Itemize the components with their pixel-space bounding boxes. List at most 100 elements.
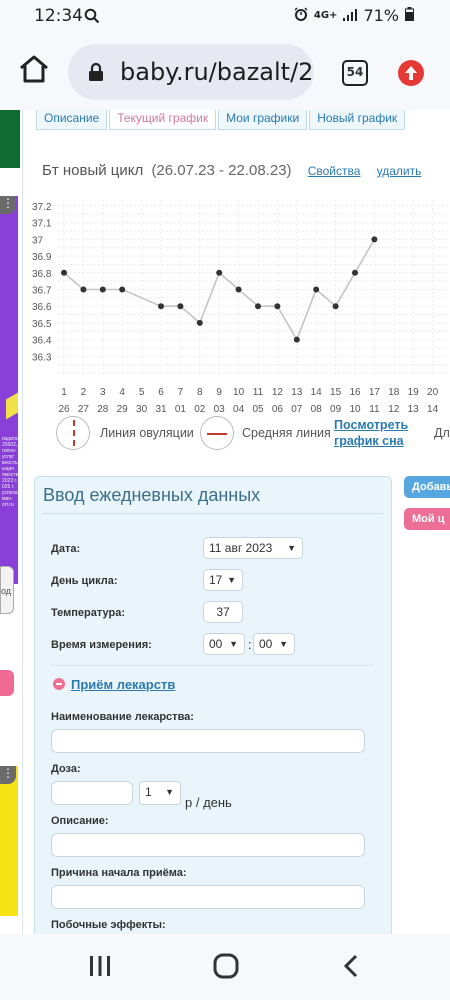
collapse-icon: [53, 678, 65, 690]
form-divider: [51, 665, 373, 666]
cycle-header: Бт новый цикл (26.07.23 - 22.08.23) Свой…: [42, 162, 421, 179]
ad-banner-green[interactable]: [0, 110, 20, 168]
properties-link[interactable]: Свойства: [308, 164, 361, 178]
reason-label: Причина начала приёма:: [51, 867, 187, 879]
browser-toolbar: baby.ru/bazalt/26 54: [0, 34, 450, 110]
chart-x-date-label: 13: [408, 404, 420, 412]
back-icon[interactable]: [340, 954, 364, 983]
ovulation-line-label: Линия овуляции: [100, 426, 194, 440]
chart-data-point: [216, 269, 223, 276]
chart-x-tick-label: 3: [100, 387, 106, 398]
date-value: 11 авг 2023: [209, 541, 273, 555]
status-bar: 12:34 4G+ 71%: [0, 0, 450, 34]
chevron-down-icon: ▼: [229, 639, 238, 649]
hour-select[interactable]: 00 ▼: [203, 633, 245, 655]
tab-description[interactable]: Описание: [36, 110, 108, 130]
ad-banner-purple[interactable]: ⋮ издатель 25602, гипно- услуг вность ыц…: [0, 196, 18, 584]
chart-data-point: [119, 286, 126, 293]
chart-x-date-label: 06: [272, 404, 284, 412]
description-input[interactable]: [51, 833, 365, 857]
chart-y-tick-label: 37.1: [32, 219, 52, 230]
temperature-input[interactable]: 37: [203, 601, 243, 623]
tab-current-chart[interactable]: Текущий график: [109, 110, 217, 130]
chart-x-date-label: 09: [330, 404, 342, 412]
sleep-chart-link[interactable]: Посмотреть график сна: [334, 417, 424, 449]
cycle-date-range: (26.07.23 - 22.08.23): [151, 162, 292, 179]
dose-count-value: 1: [145, 785, 152, 799]
chart-data-point: [274, 303, 281, 310]
date-select[interactable]: 11 авг 2023 ▼: [203, 537, 303, 559]
chart-x-tick-label: 8: [197, 387, 203, 398]
chart-x-tick-label: 18: [388, 387, 400, 398]
url-text: baby.ru/bazalt/26: [120, 58, 314, 86]
status-time: 12:34: [34, 6, 83, 26]
chart-data-point: [313, 286, 320, 293]
dose-input[interactable]: [51, 781, 133, 805]
medication-toggle[interactable]: Приём лекарств: [53, 677, 175, 692]
address-bar[interactable]: baby.ru/bazalt/26: [68, 44, 314, 100]
ad-shape: [6, 392, 18, 420]
chevron-down-icon: ▼: [279, 639, 288, 649]
ovulation-line-icon[interactable]: [56, 416, 90, 450]
signal-icon: [343, 6, 358, 25]
battery-percent: 71%: [363, 6, 399, 25]
chart-data-point: [80, 286, 87, 293]
home-icon[interactable]: [18, 54, 50, 89]
chart-y-tick-label: 36.4: [32, 336, 52, 347]
add-button[interactable]: Добавь: [404, 476, 450, 498]
ad-pink-button[interactable]: [0, 670, 14, 696]
chart-x-date-label: 03: [214, 404, 226, 412]
chart-y-tick-label: 36.8: [32, 269, 52, 280]
delete-link[interactable]: удалить: [377, 164, 422, 178]
ad-menu-icon[interactable]: ⋮: [0, 766, 16, 784]
med-name-label: Наименование лекарства:: [51, 711, 194, 723]
ad-banner-yellow[interactable]: ⋮: [0, 766, 18, 916]
tab-new-chart[interactable]: Новый график: [309, 110, 406, 130]
minute-select[interactable]: 00 ▼: [253, 633, 295, 655]
chart-y-tick-label: 36.7: [32, 286, 52, 297]
middle-line-label: Средняя линия: [242, 426, 331, 440]
cycle-day-select[interactable]: 17 ▼: [203, 569, 243, 591]
chart-x-tick-label: 13: [291, 387, 303, 398]
chart-y-tick-label: 37.2: [32, 202, 52, 213]
tab-switcher-button[interactable]: 54: [342, 60, 368, 86]
panel-divider: [43, 513, 383, 514]
lock-icon: [88, 62, 104, 87]
chart-y-tick-label: 36.9: [32, 252, 52, 263]
chart-x-tick-label: 11: [253, 387, 264, 398]
med-name-input[interactable]: [51, 729, 365, 753]
chevron-down-icon: ▼: [227, 575, 236, 585]
chart-data-point: [196, 319, 203, 326]
chart-data-point: [293, 336, 300, 343]
my-cycle-button[interactable]: Мой ц: [404, 508, 450, 530]
chart-x-tick-label: 17: [369, 387, 381, 398]
dose-label: Доза:: [51, 763, 81, 775]
tab-my-charts[interactable]: Мои графики: [218, 110, 308, 130]
ad-menu-icon[interactable]: ⋮: [0, 196, 16, 214]
home-nav-icon[interactable]: [212, 952, 240, 985]
side-effects-label: Побочные эффекты:: [51, 919, 166, 931]
chart-x-date-label: 05: [252, 404, 264, 412]
web-page: ⋮ издатель 25602, гипно- услуг вность ыц…: [0, 110, 450, 934]
chart-data-point: [332, 303, 339, 310]
bbt-chart: 37.237.13736.936.836.736.636.536.436.312…: [32, 200, 450, 412]
update-icon[interactable]: [398, 60, 424, 86]
chart-x-tick-label: 14: [311, 387, 323, 398]
chart-data-point: [255, 303, 261, 310]
daily-data-panel: Ввод ежедневных данных Дата: 11 авг 2023…: [34, 476, 392, 934]
chart-x-tick-label: 4: [119, 387, 125, 398]
search-icon: [84, 8, 100, 28]
chart-x-date-label: 31: [155, 404, 167, 412]
ad-button[interactable]: од: [0, 566, 14, 614]
measure-time-label: Время измерения:: [51, 639, 152, 651]
chart-x-tick-label: 16: [349, 387, 361, 398]
chart-data-point: [371, 236, 378, 243]
chart-plot-area: [58, 200, 450, 376]
reason-input[interactable]: [51, 885, 365, 909]
chart-x-date-label: 26: [58, 404, 70, 412]
middle-line-icon[interactable]: [200, 416, 234, 450]
chart-x-tick-label: 10: [233, 387, 245, 398]
chart-x-date-label: 07: [291, 404, 303, 412]
recent-apps-icon[interactable]: [88, 954, 112, 983]
dose-count-select[interactable]: 1 ▼: [139, 781, 181, 805]
